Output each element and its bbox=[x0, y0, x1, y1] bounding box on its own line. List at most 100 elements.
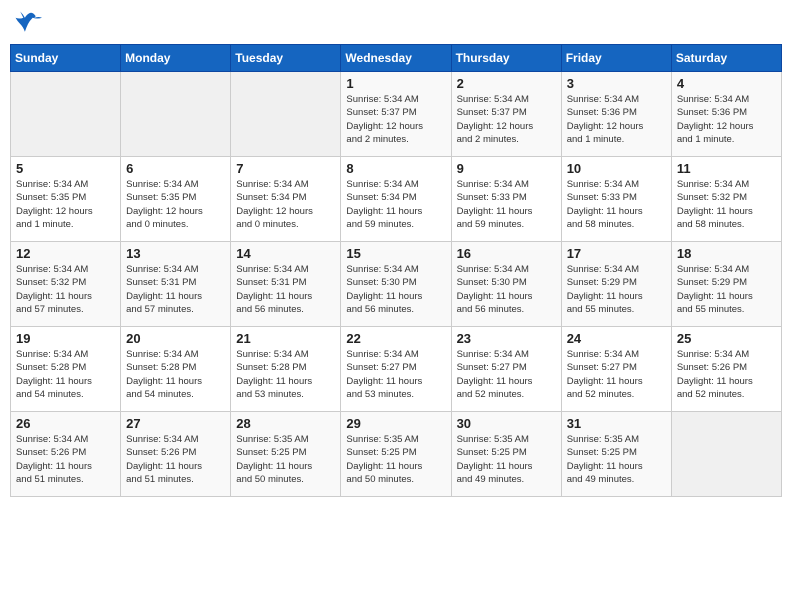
day-info: Sunrise: 5:34 AM Sunset: 5:30 PM Dayligh… bbox=[457, 263, 556, 316]
day-info: Sunrise: 5:34 AM Sunset: 5:33 PM Dayligh… bbox=[457, 178, 556, 231]
day-info: Sunrise: 5:34 AM Sunset: 5:36 PM Dayligh… bbox=[677, 93, 776, 146]
weekday-header-row: SundayMondayTuesdayWednesdayThursdayFrid… bbox=[11, 45, 782, 72]
calendar-day-cell: 17 Sunrise: 5:34 AM Sunset: 5:29 PM Dayli… bbox=[561, 242, 671, 327]
calendar-day-cell: 2 Sunrise: 5:34 AM Sunset: 5:37 PM Daylig… bbox=[451, 72, 561, 157]
calendar-day-cell: 6 Sunrise: 5:34 AM Sunset: 5:35 PM Daylig… bbox=[121, 157, 231, 242]
calendar-day-cell bbox=[671, 412, 781, 497]
day-number: 17 bbox=[567, 246, 666, 261]
calendar-day-cell: 30 Sunrise: 5:35 AM Sunset: 5:25 PM Dayli… bbox=[451, 412, 561, 497]
calendar-week-row: 12 Sunrise: 5:34 AM Sunset: 5:32 PM Dayli… bbox=[11, 242, 782, 327]
day-number: 1 bbox=[346, 76, 445, 91]
weekday-header-cell: Friday bbox=[561, 45, 671, 72]
day-number: 22 bbox=[346, 331, 445, 346]
day-number: 11 bbox=[677, 161, 776, 176]
day-info: Sunrise: 5:34 AM Sunset: 5:35 PM Dayligh… bbox=[16, 178, 115, 231]
day-number: 23 bbox=[457, 331, 556, 346]
calendar-body: 1 Sunrise: 5:34 AM Sunset: 5:37 PM Daylig… bbox=[11, 72, 782, 497]
weekday-header-cell: Wednesday bbox=[341, 45, 451, 72]
day-info: Sunrise: 5:34 AM Sunset: 5:26 PM Dayligh… bbox=[126, 433, 225, 486]
day-number: 15 bbox=[346, 246, 445, 261]
calendar-day-cell bbox=[121, 72, 231, 157]
day-info: Sunrise: 5:34 AM Sunset: 5:34 PM Dayligh… bbox=[346, 178, 445, 231]
day-info: Sunrise: 5:34 AM Sunset: 5:27 PM Dayligh… bbox=[457, 348, 556, 401]
calendar-day-cell: 19Sunrise: 5:34 AM Sunset: 5:28 PM Dayli… bbox=[11, 327, 121, 412]
day-number: 28 bbox=[236, 416, 335, 431]
day-number: 31 bbox=[567, 416, 666, 431]
calendar-day-cell: 12 Sunrise: 5:34 AM Sunset: 5:32 PM Dayli… bbox=[11, 242, 121, 327]
day-number: 30 bbox=[457, 416, 556, 431]
day-info: Sunrise: 5:34 AM Sunset: 5:28 PM Dayligh… bbox=[126, 348, 225, 401]
calendar-table: SundayMondayTuesdayWednesdayThursdayFrid… bbox=[10, 44, 782, 497]
day-info: Sunrise: 5:35 AM Sunset: 5:25 PM Dayligh… bbox=[567, 433, 666, 486]
day-info: Sunrise: 5:34 AM Sunset: 5:26 PM Dayligh… bbox=[677, 348, 776, 401]
logo bbox=[14, 10, 46, 38]
calendar-day-cell: 14 Sunrise: 5:34 AM Sunset: 5:31 PM Dayli… bbox=[231, 242, 341, 327]
weekday-header-cell: Saturday bbox=[671, 45, 781, 72]
page-header bbox=[10, 10, 782, 38]
day-number: 27 bbox=[126, 416, 225, 431]
calendar-day-cell: 4 Sunrise: 5:34 AM Sunset: 5:36 PM Daylig… bbox=[671, 72, 781, 157]
calendar-week-row: 19 Sunrise: 5:34 AM Sunset: 5:28 PM Dayli… bbox=[11, 327, 782, 412]
day-number: 26 bbox=[16, 416, 115, 431]
day-info: Sunrise: 5:34 AM Sunset: 5:31 PM Dayligh… bbox=[236, 263, 335, 316]
calendar-day-cell: 5Sunrise: 5:34 AM Sunset: 5:35 PM Daylig… bbox=[11, 157, 121, 242]
calendar-day-cell: 18 Sunrise: 5:34 AM Sunset: 5:29 PM Dayli… bbox=[671, 242, 781, 327]
calendar-day-cell: 13Sunrise: 5:34 AM Sunset: 5:31 PM Dayli… bbox=[121, 242, 231, 327]
day-number: 8 bbox=[346, 161, 445, 176]
day-number: 7 bbox=[236, 161, 335, 176]
calendar-day-cell: 20 Sunrise: 5:34 AM Sunset: 5:28 PM Dayli… bbox=[121, 327, 231, 412]
day-number: 21 bbox=[236, 331, 335, 346]
calendar-day-cell: 7Sunrise: 5:34 AM Sunset: 5:34 PM Daylig… bbox=[231, 157, 341, 242]
day-number: 18 bbox=[677, 246, 776, 261]
day-info: Sunrise: 5:34 AM Sunset: 5:37 PM Dayligh… bbox=[457, 93, 556, 146]
day-info: Sunrise: 5:34 AM Sunset: 5:27 PM Dayligh… bbox=[567, 348, 666, 401]
day-number: 20 bbox=[126, 331, 225, 346]
day-info: Sunrise: 5:34 AM Sunset: 5:29 PM Dayligh… bbox=[567, 263, 666, 316]
calendar-day-cell: 26Sunrise: 5:34 AM Sunset: 5:26 PM Dayli… bbox=[11, 412, 121, 497]
calendar-day-cell: 31 Sunrise: 5:35 AM Sunset: 5:25 PM Dayli… bbox=[561, 412, 671, 497]
calendar-header: SundayMondayTuesdayWednesdayThursdayFrid… bbox=[11, 45, 782, 72]
calendar-day-cell bbox=[11, 72, 121, 157]
day-info: Sunrise: 5:34 AM Sunset: 5:30 PM Dayligh… bbox=[346, 263, 445, 316]
calendar-day-cell bbox=[231, 72, 341, 157]
day-number: 6 bbox=[126, 161, 225, 176]
calendar-day-cell: 3Sunrise: 5:34 AM Sunset: 5:36 PM Daylig… bbox=[561, 72, 671, 157]
calendar-day-cell: 1 Sunrise: 5:34 AM Sunset: 5:37 PM Daylig… bbox=[341, 72, 451, 157]
day-info: Sunrise: 5:34 AM Sunset: 5:33 PM Dayligh… bbox=[567, 178, 666, 231]
calendar-day-cell: 11 Sunrise: 5:34 AM Sunset: 5:32 PM Dayli… bbox=[671, 157, 781, 242]
day-info: Sunrise: 5:34 AM Sunset: 5:35 PM Dayligh… bbox=[126, 178, 225, 231]
calendar-day-cell: 22 Sunrise: 5:34 AM Sunset: 5:27 PM Dayli… bbox=[341, 327, 451, 412]
day-info: Sunrise: 5:34 AM Sunset: 5:27 PM Dayligh… bbox=[346, 348, 445, 401]
calendar-day-cell: 28Sunrise: 5:35 AM Sunset: 5:25 PM Dayli… bbox=[231, 412, 341, 497]
calendar-day-cell: 23 Sunrise: 5:34 AM Sunset: 5:27 PM Dayli… bbox=[451, 327, 561, 412]
weekday-header-cell: Tuesday bbox=[231, 45, 341, 72]
calendar-day-cell: 21 Sunrise: 5:34 AM Sunset: 5:28 PM Dayli… bbox=[231, 327, 341, 412]
day-info: Sunrise: 5:35 AM Sunset: 5:25 PM Dayligh… bbox=[457, 433, 556, 486]
day-info: Sunrise: 5:34 AM Sunset: 5:28 PM Dayligh… bbox=[236, 348, 335, 401]
weekday-header-cell: Sunday bbox=[11, 45, 121, 72]
calendar-day-cell: 10 Sunrise: 5:34 AM Sunset: 5:33 PM Dayli… bbox=[561, 157, 671, 242]
day-number: 14 bbox=[236, 246, 335, 261]
day-number: 3 bbox=[567, 76, 666, 91]
day-number: 16 bbox=[457, 246, 556, 261]
calendar-day-cell: 27 Sunrise: 5:34 AM Sunset: 5:26 PM Dayli… bbox=[121, 412, 231, 497]
day-number: 12 bbox=[16, 246, 115, 261]
day-info: Sunrise: 5:34 AM Sunset: 5:31 PM Dayligh… bbox=[126, 263, 225, 316]
logo-bird-icon bbox=[14, 10, 42, 38]
day-number: 19 bbox=[16, 331, 115, 346]
day-number: 4 bbox=[677, 76, 776, 91]
day-number: 24 bbox=[567, 331, 666, 346]
day-info: Sunrise: 5:34 AM Sunset: 5:29 PM Dayligh… bbox=[677, 263, 776, 316]
day-info: Sunrise: 5:34 AM Sunset: 5:32 PM Dayligh… bbox=[677, 178, 776, 231]
weekday-header-cell: Monday bbox=[121, 45, 231, 72]
calendar-day-cell: 8 Sunrise: 5:34 AM Sunset: 5:34 PM Daylig… bbox=[341, 157, 451, 242]
day-info: Sunrise: 5:34 AM Sunset: 5:32 PM Dayligh… bbox=[16, 263, 115, 316]
calendar-week-row: 1 Sunrise: 5:34 AM Sunset: 5:37 PM Daylig… bbox=[11, 72, 782, 157]
calendar-week-row: 5Sunrise: 5:34 AM Sunset: 5:35 PM Daylig… bbox=[11, 157, 782, 242]
day-number: 2 bbox=[457, 76, 556, 91]
calendar-day-cell: 9Sunrise: 5:34 AM Sunset: 5:33 PM Daylig… bbox=[451, 157, 561, 242]
day-info: Sunrise: 5:34 AM Sunset: 5:37 PM Dayligh… bbox=[346, 93, 445, 146]
calendar-day-cell: 16 Sunrise: 5:34 AM Sunset: 5:30 PM Dayli… bbox=[451, 242, 561, 327]
day-number: 10 bbox=[567, 161, 666, 176]
day-info: Sunrise: 5:35 AM Sunset: 5:25 PM Dayligh… bbox=[346, 433, 445, 486]
